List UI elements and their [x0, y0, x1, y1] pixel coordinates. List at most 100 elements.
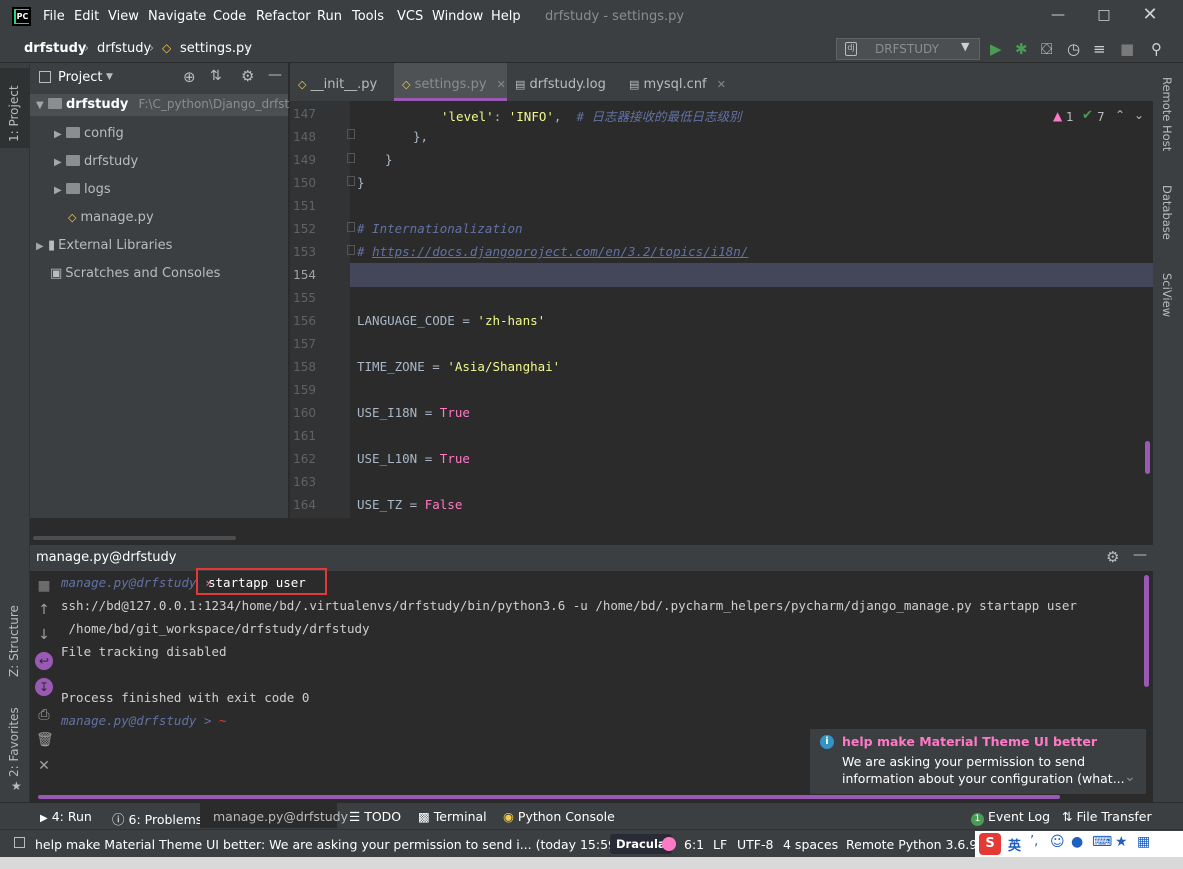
fold-marker-icon[interactable] — [347, 129, 355, 139]
tree-item-config[interactable]: ▶ config — [54, 126, 124, 141]
console-scrollbar-thumb[interactable] — [1144, 575, 1149, 687]
panel-splitter[interactable] — [30, 518, 1153, 545]
structure-tool-tab[interactable]: Z: Structure — [0, 605, 30, 693]
menu-run[interactable]: Run — [317, 9, 342, 24]
skin-icon[interactable]: ★ — [1115, 834, 1128, 850]
search-icon[interactable]: ⚲ — [1151, 40, 1162, 58]
tool-tab-problems[interactable]: ⓘ 6: Problems — [112, 809, 202, 828]
tool-tab-python-console[interactable]: ◉ Python Console — [503, 809, 615, 824]
tab-init-py[interactable]: ◇ __init__.py — [298, 63, 394, 101]
notification-balloon[interactable]: i help make Material Theme UI better We … — [809, 728, 1147, 795]
minimize-icon[interactable]: — — [1035, 0, 1081, 30]
arrow-up-icon[interactable]: ↑ — [36, 602, 52, 618]
caret-position[interactable]: 6:1 — [684, 837, 704, 852]
breadcrumb-package[interactable]: drfstudy — [97, 41, 151, 56]
console-input-line[interactable]: manage.py@drfstudy > ~ — [61, 713, 227, 728]
soft-wrap-icon[interactable]: ↩ — [35, 652, 53, 670]
tab-settings-py[interactable]: ◇ settings.py ✕ — [394, 63, 507, 101]
docs-link[interactable]: https://docs.djangoproject.com/en/3.2/to… — [372, 244, 748, 259]
debug-icon[interactable]: ✱ — [1015, 40, 1028, 58]
stop-icon[interactable]: ■ — [36, 578, 52, 594]
scroll-to-end-icon[interactable]: ↧ — [35, 678, 53, 696]
breadcrumb-file[interactable]: settings.py — [180, 41, 252, 56]
collapse-all-icon[interactable]: ⇅ — [210, 68, 222, 84]
emoji-icon[interactable]: ☺ — [1050, 834, 1065, 850]
line-separator[interactable]: LF — [713, 837, 727, 852]
locate-icon[interactable]: ⊕ — [183, 68, 196, 86]
microphone-icon[interactable]: ● — [1071, 834, 1083, 850]
fold-marker-icon[interactable] — [347, 245, 355, 255]
menu-file[interactable]: File — [43, 9, 65, 24]
run-configuration-select[interactable]: dj DRFSTUDY ▼ — [836, 38, 980, 60]
concurrency-icon[interactable]: ≡ — [1093, 40, 1106, 58]
run-icon[interactable]: ▶ — [990, 40, 1002, 58]
python-interpreter[interactable]: Remote Python 3.6.9 (s — [846, 837, 993, 852]
menu-vcs[interactable]: VCS — [397, 9, 423, 24]
console-hscrollbar-thumb[interactable] — [38, 795, 1060, 799]
breadcrumb-project[interactable]: drfstudy — [24, 41, 86, 56]
fold-marker-icon[interactable] — [347, 153, 355, 163]
hide-icon[interactable]: — — [1133, 547, 1147, 563]
fold-marker-icon[interactable] — [347, 176, 355, 186]
menu-code[interactable]: Code — [213, 9, 246, 24]
tree-item-scratches[interactable]: ▣ Scratches and Consoles — [50, 266, 220, 281]
tree-root[interactable]: ▼ drfstudy F:\C_python\Django_drfstud — [30, 94, 304, 116]
notification-title[interactable]: help make Material Theme UI better — [842, 734, 1097, 749]
code-editor[interactable]: 147 148 149 150 151 152 153 154 155 156 … — [290, 101, 1153, 518]
stop-icon[interactable]: ■ — [1120, 40, 1134, 58]
menu-help[interactable]: Help — [491, 9, 521, 24]
next-highlight-icon[interactable]: ⌄ — [1134, 108, 1144, 122]
editor-scrollbar-thumb[interactable] — [1145, 441, 1150, 474]
tree-item-logs[interactable]: ▶ logs — [54, 182, 111, 197]
tree-item-external-libraries[interactable]: ▶ ▮ External Libraries — [36, 238, 172, 253]
print-icon[interactable]: ⎙ — [36, 707, 52, 723]
tree-item-manage-py[interactable]: ◇ manage.py — [68, 210, 154, 225]
menu-tools[interactable]: Tools — [352, 9, 384, 24]
punctuation-icon[interactable]: ’, — [1030, 834, 1038, 849]
previous-highlight-icon[interactable]: ⌃ — [1115, 108, 1125, 122]
fold-marker-icon[interactable] — [347, 222, 355, 232]
sogou-icon[interactable]: S — [979, 833, 1001, 855]
chevron-down-icon[interactable]: ▼ — [106, 72, 113, 82]
indent-setting[interactable]: 4 spaces — [783, 837, 838, 852]
close-icon[interactable]: ✕ — [36, 758, 52, 774]
chevron-down-icon[interactable]: ⌄ — [1124, 769, 1136, 785]
close-icon[interactable]: ✕ — [717, 78, 726, 91]
tab-drfstudy-log[interactable]: ▤ drfstudy.log ✕ — [515, 63, 621, 135]
tool-tab-file-transfer[interactable]: ⇅ File Transfer — [1062, 809, 1152, 824]
tool-tab-todo[interactable]: ☰ TODO — [349, 809, 401, 824]
remote-host-tool-tab[interactable]: Remote Host — [1153, 73, 1183, 168]
hide-icon[interactable]: — — [268, 67, 282, 83]
maximize-icon[interactable]: □ — [1081, 0, 1127, 30]
trash-icon[interactable]: 🗑 — [36, 732, 54, 748]
gear-icon[interactable]: ⚙ — [241, 67, 254, 85]
tool-windows-icon[interactable] — [14, 837, 25, 848]
close-icon[interactable]: ✕ — [497, 78, 506, 91]
tool-tab-event-log[interactable]: 1 Event Log — [971, 809, 1050, 826]
menu-refactor[interactable]: Refactor — [256, 9, 311, 24]
tree-item-drfstudy[interactable]: ▶ drfstudy — [54, 154, 138, 169]
coverage-icon[interactable]: ⛋ — [1041, 40, 1052, 58]
status-message[interactable]: help make Material Theme UI better: We a… — [35, 837, 621, 852]
ime-mode[interactable]: 英 — [1008, 835, 1021, 854]
file-encoding[interactable]: UTF-8 — [737, 837, 773, 852]
project-view-selector[interactable]: Project — [58, 70, 102, 85]
tool-tab-manage-py[interactable]: manage.py@drfstudy — [200, 803, 348, 828]
keyboard-icon[interactable]: ⌨ — [1092, 834, 1112, 850]
menu-window[interactable]: Window — [432, 9, 483, 24]
database-tool-tab[interactable]: Database — [1153, 181, 1183, 251]
ime-toolbar[interactable]: S 英 ’, ☺ ● ⌨ ★ ▦ — [975, 831, 1183, 857]
menu-navigate[interactable]: Navigate — [148, 9, 206, 24]
menu-edit[interactable]: Edit — [74, 9, 99, 24]
menu-view[interactable]: View — [108, 9, 139, 24]
tab-mysql-cnf[interactable]: ▤ mysql.cnf ✕ — [629, 63, 729, 101]
project-scrollbar[interactable] — [33, 536, 236, 540]
project-tool-tab[interactable]: 1: Project — [0, 68, 30, 148]
inspections-widget[interactable]: ▲ 1 ✔ 7 ⌃ ⌄ — [1045, 105, 1150, 129]
gear-icon[interactable]: ⚙ — [1106, 548, 1119, 566]
tool-tab-terminal[interactable]: ▩ Terminal — [418, 809, 487, 824]
sciview-tool-tab[interactable]: SciView — [1153, 269, 1183, 329]
favorites-tool-tab[interactable]: 2: Favorites ★ — [0, 707, 30, 801]
arrow-down-icon[interactable]: ↓ — [36, 627, 52, 643]
close-icon[interactable]: ✕ — [1127, 0, 1173, 30]
